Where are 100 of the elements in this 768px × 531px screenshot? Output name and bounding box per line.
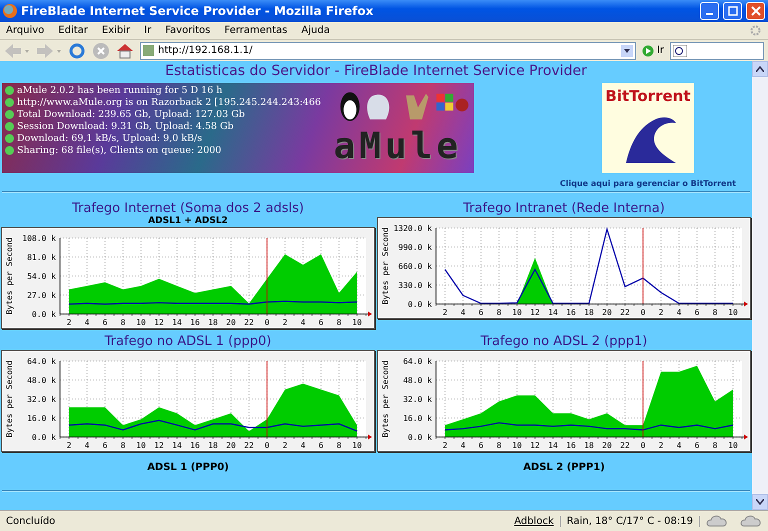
maximize-button[interactable] [723,2,742,20]
close-button[interactable] [746,2,765,20]
weather-text: Rain, 18° C/17° C - 08:19 [560,516,700,526]
x-tick-label: 16 [566,308,576,317]
banner-text: Total Download: 239.65 Gb, Upload: 127.03 Gb [17,109,245,120]
page-heading: Estatisticas do Servidor - FireBlade Internet Service Provider [164,62,588,81]
y-tick-label: 1320.0 k [393,224,432,233]
x-tick-label: 6 [478,441,484,450]
x-tick-label: 14 [548,308,558,317]
y-tick-label: 48.0 k [403,376,432,385]
x-tick-label: 12 [154,441,164,450]
chart-title: Trafego no ADSL 2 (ppp1) [480,335,648,349]
banner-text: aMule 2.0.2 has been running for 5 D 16 h [17,85,222,96]
y-tick-label: 108.0 k [22,234,56,243]
stop-icon[interactable] [92,42,110,60]
axis-title: Bytes per Second [381,360,390,438]
close-icon [750,6,760,16]
menu-item[interactable]: Ferramentas [224,25,288,36]
x-tick-label: 6 [478,308,484,317]
x-tick-label: 6 [318,441,324,450]
x-tick-label: 4 [676,308,682,317]
x-tick-label: 8 [496,441,502,450]
x-tick-label: 0 [264,441,270,450]
x-tick-label: 2 [658,441,664,450]
menu-item[interactable]: Arquivo [6,25,44,36]
minimize-icon [706,13,713,15]
x-tick-label: 18 [584,308,594,317]
menu-item[interactable]: Ajuda [301,25,330,36]
axis-title: Bytes per Second [381,227,390,305]
x-tick-label: 10 [352,441,362,450]
x-tick-label: 4 [84,441,90,450]
x-tick-label: 4 [300,318,306,327]
x-tick-label: 22 [244,318,254,327]
search-field[interactable] [670,42,764,60]
maximize-icon [728,6,738,16]
adblock-link[interactable]: Adblock [508,516,560,526]
banner-text: Sharing: 68 file(s), Clients on queue: 2000 [17,145,222,156]
go-button[interactable]: Ir [642,44,664,56]
x-tick-label: 10 [352,318,362,327]
x-tick-label: 22 [620,441,630,450]
y-tick-label: 16.0 k [27,414,56,423]
x-tick-label: 8 [336,441,342,450]
x-tick-label: 6 [694,308,700,317]
banner-text: http://www.aMule.org is on Razorback 2 [195.245.244.243:466 [17,97,321,108]
chart-title: Trafego Intranet (Rede Interna) [463,202,665,216]
x-tick-label: 0 [640,308,646,317]
home-icon[interactable] [116,42,134,60]
x-tick-label: 10 [728,441,738,450]
x-tick-label: 12 [154,318,164,327]
y-tick-label: 0.0 k [32,310,56,319]
y-tick-label: 0.0 k [408,300,432,309]
y-tick-label: 48.0 k [27,376,56,385]
scrollbar[interactable] [752,61,768,510]
x-tick-label: 20 [602,441,612,450]
menu-item[interactable]: Favoritos [165,25,210,36]
status-text: Concluído [5,516,56,526]
x-tick-label: 2 [66,441,72,450]
search-engine-icon [673,44,687,56]
x-tick-label: 16 [190,318,200,327]
x-tick-label: 18 [584,441,594,450]
x-tick-label: 12 [530,441,540,450]
x-tick-label: 2 [658,308,664,317]
x-tick-label: 16 [190,441,200,450]
x-tick-label: 4 [460,441,466,450]
x-tick-label: 10 [512,308,522,317]
y-tick-label: 54.0 k [27,272,56,281]
x-tick-label: 0 [264,318,270,327]
minimize-button[interactable] [700,2,719,20]
chart-caption: ADSL 2 (PPP1) [523,462,605,473]
banner-text: Download: 69,1 kB/s, Upload: 9,0 kB/s [17,133,202,144]
x-tick-label: 14 [172,441,182,450]
x-tick-label: 6 [102,441,108,450]
x-tick-label: 22 [244,441,254,450]
x-tick-label: 0 [640,441,646,450]
axis-title: Bytes per Second [5,237,14,315]
menu-item[interactable]: Ir [144,25,152,36]
y-tick-label: 0.0 k [408,433,432,442]
x-tick-label: 8 [120,441,126,450]
x-tick-label: 22 [620,308,630,317]
browser-icon [3,4,17,18]
x-tick-label: 14 [548,441,558,450]
x-tick-label: 4 [84,318,90,327]
x-tick-label: 18 [208,318,218,327]
window-title: FireBlade Internet Service Provider - Mozilla Firefox [21,4,374,18]
chart-caption: ADSL 1 (PPP0) [147,462,229,473]
address-field[interactable]: http://192.168.1.1/ [140,42,636,60]
y-tick-label: 16.0 k [403,414,432,423]
menu-item[interactable]: Editar [58,25,88,36]
menu-item[interactable]: Exibir [102,25,130,36]
site-icon [143,45,154,56]
y-tick-label: 330.0 k [398,281,432,290]
x-tick-label: 2 [442,308,448,317]
x-tick-label: 12 [530,308,540,317]
y-tick-label: 27.0 k [27,291,56,300]
manage-link[interactable]: Clique aqui para gerenciar o BitTorrent [560,179,736,188]
banner-text: Session Download: 9.31 Gb, Upload: 4.58 Gb [17,121,234,132]
x-tick-label: 20 [602,308,612,317]
logo-text: aMule [334,126,462,167]
x-tick-label: 2 [282,318,288,327]
x-tick-label: 8 [120,318,126,327]
